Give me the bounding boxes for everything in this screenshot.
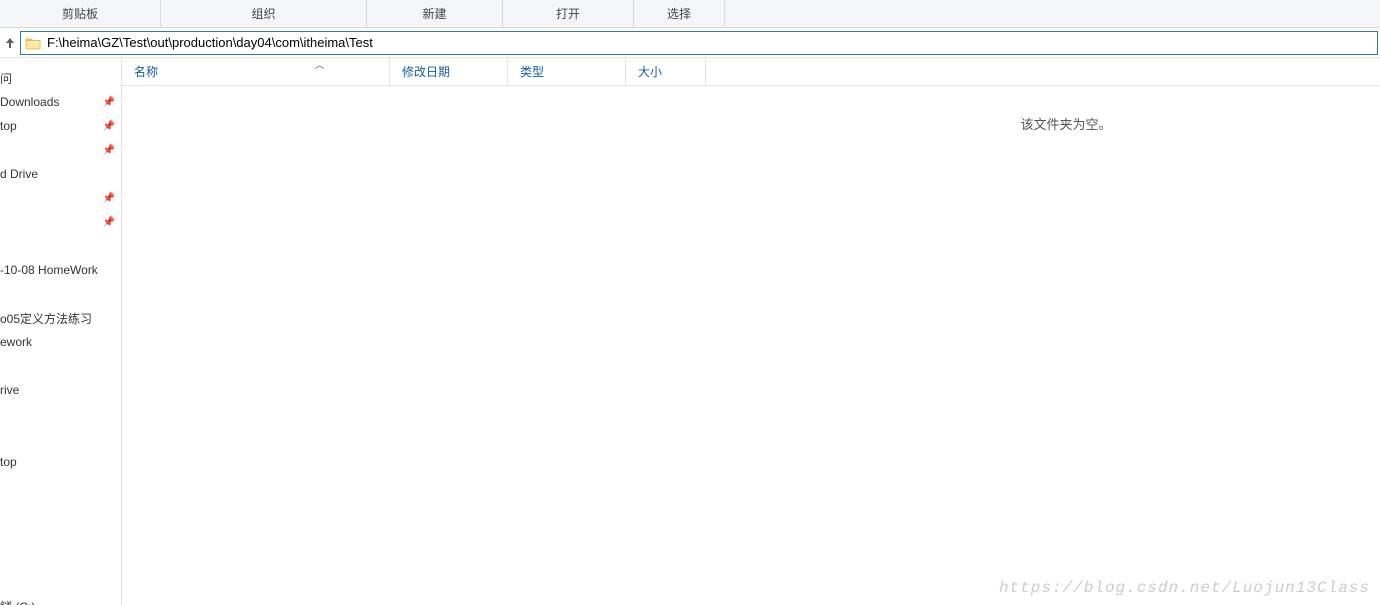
pin-icon: 📌 xyxy=(103,217,115,228)
pin-icon: 📌 xyxy=(103,121,115,132)
up-arrow-icon xyxy=(3,36,17,50)
up-button[interactable] xyxy=(0,31,20,55)
pin-icon: 📌 xyxy=(103,193,115,204)
sidebar-item[interactable]: 📌 xyxy=(0,210,121,234)
ribbon-bar: 剪贴板 组织 新建 打开 选择 xyxy=(0,0,1380,28)
sidebar: 问 Downloads📌 top📌 📌 d Drive 📌 📌 -10-08 H… xyxy=(0,58,122,605)
sidebar-item[interactable]: rive xyxy=(0,378,121,402)
ribbon-divider xyxy=(724,0,725,27)
address-input[interactable] xyxy=(45,32,1377,54)
content-pane: 名称 ︿ 修改日期 类型 大小 该文件夹为空。 xyxy=(122,58,1380,605)
empty-folder-message: 该文件夹为空。 xyxy=(752,114,1380,133)
sidebar-gap xyxy=(0,474,121,498)
sidebar-item[interactable]: 📌 xyxy=(0,186,121,210)
pin-icon: 📌 xyxy=(103,97,115,108)
sidebar-item[interactable] xyxy=(0,402,121,426)
column-headers: 名称 ︿ 修改日期 类型 大小 xyxy=(122,58,1380,86)
sidebar-gap xyxy=(0,498,121,522)
sidebar-item[interactable] xyxy=(0,282,121,306)
ribbon-select[interactable]: 选择 xyxy=(634,0,724,27)
sidebar-item[interactable]: -10-08 HomeWork xyxy=(0,258,121,282)
sidebar-gap xyxy=(0,234,121,258)
sidebar-gap xyxy=(0,522,121,546)
sidebar-item[interactable]: 问 xyxy=(0,66,121,90)
ribbon-organize[interactable]: 组织 xyxy=(161,0,366,27)
folder-icon xyxy=(25,35,41,51)
sidebar-item-drive[interactable]: d Drive xyxy=(0,162,121,186)
column-type[interactable]: 类型 xyxy=(508,58,626,85)
address-bar-row xyxy=(0,28,1380,58)
ribbon-new[interactable]: 新建 xyxy=(367,0,502,27)
column-date[interactable]: 修改日期 xyxy=(390,58,508,85)
main-area: 问 Downloads📌 top📌 📌 d Drive 📌 📌 -10-08 H… xyxy=(0,58,1380,605)
sidebar-item[interactable]: top📌 xyxy=(0,114,121,138)
sidebar-gap xyxy=(0,570,121,594)
ribbon-open[interactable]: 打开 xyxy=(503,0,633,27)
watermark: https://blog.csdn.net/Luojun13Class xyxy=(999,579,1370,597)
sidebar-item-downloads[interactable]: Downloads📌 xyxy=(0,90,121,114)
sidebar-item[interactable]: top xyxy=(0,450,121,474)
sidebar-item[interactable] xyxy=(0,354,121,378)
sidebar-gap xyxy=(0,546,121,570)
ribbon-clipboard[interactable]: 剪贴板 xyxy=(0,0,160,27)
sidebar-item[interactable]: ework xyxy=(0,330,121,354)
address-bar[interactable] xyxy=(20,31,1378,55)
sidebar-item[interactable]: o05定义方法练习 xyxy=(0,306,121,330)
column-name[interactable]: 名称 ︿ xyxy=(122,58,390,85)
sidebar-item[interactable]: 📌 xyxy=(0,138,121,162)
pin-icon: 📌 xyxy=(103,145,115,156)
sidebar-item[interactable] xyxy=(0,426,121,450)
sort-arrow-icon: ︿ xyxy=(315,58,324,71)
column-size[interactable]: 大小 xyxy=(626,58,706,85)
sidebar-item-drive-c[interactable]: 鐩 (C:) xyxy=(0,594,121,605)
